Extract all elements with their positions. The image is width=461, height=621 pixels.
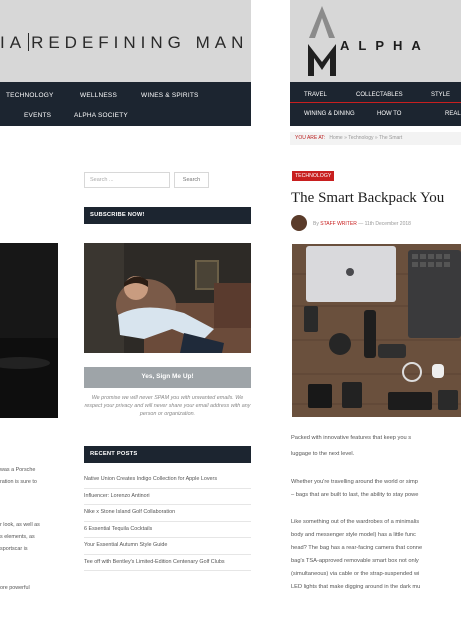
site-header: ALPHA — [290, 0, 461, 82]
article-paragraph: Like something out of the wardrobes of a… — [291, 519, 420, 525]
nav-how-to[interactable]: HOW TO — [377, 111, 401, 117]
recent-post-link[interactable]: Your Essential Autumn Style Guide — [84, 538, 251, 555]
nav-travel[interactable]: TRAVEL — [304, 92, 327, 98]
article-paragraph: bag's TSA-approved removable smart box n… — [291, 558, 419, 564]
article-paragraph: – bags that are built to last, the abili… — [291, 492, 419, 498]
recent-post-link[interactable]: Native Union Creates Indigo Collection f… — [84, 472, 251, 489]
recent-post-link[interactable]: 6 Essential Tequila Cocktails — [84, 522, 251, 538]
nav-alpha-society[interactable]: ALPHA SOCIETY — [74, 112, 128, 119]
site-header: IA REDEFINING MAN — [0, 0, 251, 82]
avatar — [291, 215, 307, 231]
nav-style[interactable]: STYLE — [431, 92, 450, 98]
article-paragraph: body and messenger style model) has a li… — [291, 532, 416, 538]
nav-events[interactable]: EVENTS — [24, 112, 51, 119]
publish-date: — 11th December 2018 — [358, 221, 411, 227]
article-text-fragment: r look, as well as — [0, 522, 40, 528]
right-page: ALPHA TRAVEL COLLECTABLES STYLE WINING &… — [290, 0, 461, 621]
recent-post-link[interactable]: Tee off with Bentley's Limited-Edition C… — [84, 555, 251, 571]
breadcrumb-technology[interactable]: Technology — [348, 135, 373, 141]
breadcrumb-label: YOU ARE AT: — [295, 135, 326, 141]
main-nav: TRAVEL COLLECTABLES STYLE WINING & DININ… — [290, 82, 461, 126]
brand-fragment: IA — [0, 33, 27, 52]
article-text-fragment: was a Porsche — [0, 467, 36, 473]
spam-promise-text: We promise we will never SPAM you with u… — [84, 395, 251, 417]
recent-post-link[interactable]: Influencer: Lorenzo Antinori — [84, 489, 251, 505]
breadcrumb-current: The Smart — [378, 135, 403, 141]
nav-wining-dining[interactable]: WINING & DINING — [304, 111, 355, 117]
nav-wellness[interactable]: WELLNESS — [80, 92, 117, 99]
byline-text: By STAFF WRITER — 11th December 2018 — [313, 221, 411, 227]
article-paragraph: (simultaneous) via cable or the strap-su… — [291, 571, 420, 577]
breadcrumb-separator: » — [344, 135, 347, 141]
article-text-fragment: s elements, as — [0, 534, 35, 540]
article-title: The Smart Backpack You — [291, 190, 445, 206]
article-hero-image — [292, 244, 461, 417]
breadcrumb-separator: » — [374, 135, 378, 141]
nav-collectables[interactable]: COLLECTABLES — [356, 92, 403, 98]
article-paragraph: Whether you're travelling around the wor… — [291, 479, 418, 485]
site-brand: ALPHA — [340, 38, 430, 53]
author-link[interactable]: STAFF WRITER — [320, 221, 357, 227]
breadcrumb: YOU ARE AT: Home » Technology » The Smar… — [290, 132, 461, 145]
article-paragraph: luggage to the next level. — [291, 451, 355, 457]
search-input[interactable]: Search ... — [84, 172, 170, 188]
left-page: IA REDEFINING MAN TECHNOLOGY WELLNESS WIN… — [0, 0, 251, 621]
article-paragraph: head? The bag has a rear-facing camera t… — [291, 545, 423, 551]
article-paragraph: Packed with innovative features that kee… — [291, 435, 412, 441]
article-text-fragment: ration is sure to — [0, 479, 37, 485]
category-badge[interactable]: TECHNOLOGY — [292, 171, 335, 181]
article-paragraph: LED lights that make digging around in t… — [291, 584, 421, 590]
subscribe-heading: SUBSCRIBE NOW! — [84, 207, 251, 224]
breadcrumb-home[interactable]: Home — [329, 135, 342, 141]
signup-button[interactable]: Yes, Sign Me Up! — [84, 367, 251, 388]
nav-wines-spirits[interactable]: WINES & SPIRITS — [141, 92, 199, 99]
byline: By STAFF WRITER — 11th December 2018 — [291, 215, 461, 231]
subscribe-photo — [84, 243, 251, 353]
site-logo[interactable] — [306, 4, 338, 78]
main-nav: TECHNOLOGY WELLNESS WINES & SPIRITS EVEN… — [0, 82, 251, 126]
recent-post-link[interactable]: Nike x Stone Island Golf Collaboration — [84, 505, 251, 522]
site-brand[interactable]: IA REDEFINING MAN — [0, 33, 248, 53]
byline-by: By — [313, 221, 319, 227]
recent-posts-list: Native Union Creates Indigo Collection f… — [84, 472, 251, 571]
article-text-fragment: ore powerful — [0, 585, 30, 591]
brand-divider — [28, 33, 30, 51]
brand-tagline: REDEFINING MAN — [31, 33, 249, 52]
nav-real[interactable]: REAL — [445, 111, 461, 117]
recent-posts-heading: RECENT POSTS — [84, 446, 251, 463]
nav-technology[interactable]: TECHNOLOGY — [6, 92, 54, 99]
search-button[interactable]: Search — [174, 172, 209, 188]
article-text-fragment: sportscar is — [0, 546, 28, 552]
article-hero-image — [0, 243, 58, 418]
